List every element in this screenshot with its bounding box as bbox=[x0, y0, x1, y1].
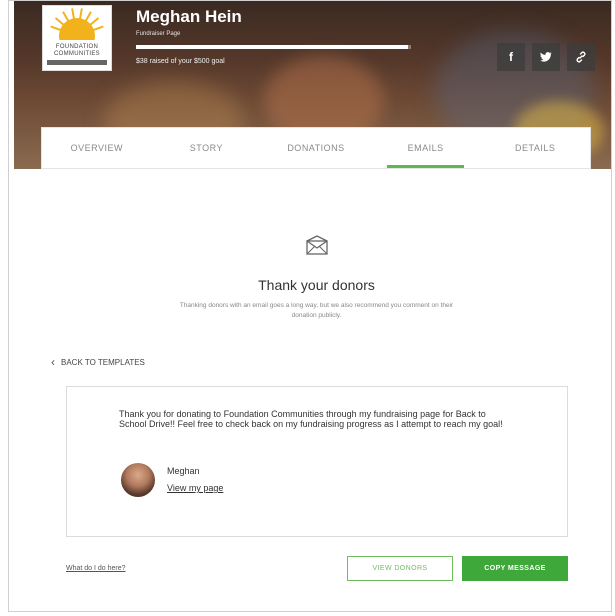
progress-bar bbox=[136, 45, 411, 49]
help-link[interactable]: What do I do here? bbox=[66, 565, 126, 572]
copy-link-button[interactable] bbox=[567, 43, 595, 71]
sun-icon bbox=[49, 8, 105, 40]
signature-name: Meghan bbox=[167, 466, 200, 476]
tab-overview[interactable]: OVERVIEW bbox=[42, 128, 152, 168]
tab-story[interactable]: STORY bbox=[152, 128, 262, 168]
facebook-icon: f bbox=[509, 50, 513, 64]
tab-bar: OVERVIEW STORY DONATIONS EMAILS DETAILS bbox=[41, 127, 591, 169]
page-title: Thank your donors bbox=[258, 277, 375, 293]
message-body: Thank you for donating to Foundation Com… bbox=[119, 409, 503, 429]
twitter-share-button[interactable] bbox=[532, 43, 560, 71]
tab-details[interactable]: DETAILS bbox=[480, 128, 590, 168]
logo-text: FOUNDATION COMMUNITIES bbox=[54, 44, 100, 57]
copy-message-button[interactable]: COPY MESSAGE bbox=[462, 556, 568, 581]
page-subtitle: Thanking donors with an email goes a lon… bbox=[179, 302, 454, 319]
twitter-icon bbox=[540, 52, 552, 62]
message-card: Thank you for donating to Foundation Com… bbox=[66, 386, 568, 537]
fundraiser-name: Meghan Hein bbox=[136, 7, 242, 26]
progress-fill bbox=[136, 45, 408, 49]
avatar bbox=[121, 463, 155, 497]
envelope-icon bbox=[306, 235, 328, 255]
page-frame: FOUNDATION COMMUNITIES Meghan Hein Fundr… bbox=[8, 0, 612, 612]
back-to-templates-link[interactable]: ‹ BACK TO TEMPLATES bbox=[51, 355, 145, 369]
logo-band bbox=[47, 60, 107, 65]
raised-text: $38 raised of your $500 goal bbox=[136, 58, 225, 65]
chevron-left-icon: ‹ bbox=[51, 355, 55, 369]
tab-emails[interactable]: EMAILS bbox=[371, 128, 481, 168]
link-icon bbox=[576, 51, 586, 63]
back-label: BACK TO TEMPLATES bbox=[61, 357, 145, 367]
fundraiser-subtitle: Fundraiser Page bbox=[136, 31, 181, 37]
facebook-share-button[interactable]: f bbox=[497, 43, 525, 71]
organization-logo[interactable]: FOUNDATION COMMUNITIES bbox=[42, 5, 112, 71]
view-donors-button[interactable]: VIEW DONORS bbox=[347, 556, 453, 581]
view-my-page-link[interactable]: View my page bbox=[167, 483, 223, 493]
tab-donations[interactable]: DONATIONS bbox=[261, 128, 371, 168]
